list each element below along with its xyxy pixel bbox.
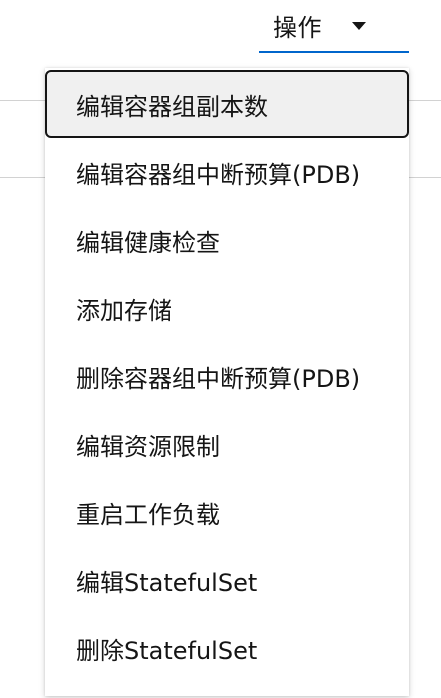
menu-item-label: 编辑StatefulSet	[76, 568, 258, 597]
menu-item-label: 编辑容器组中断预算(PDB)	[76, 160, 361, 189]
caret-down-icon	[352, 21, 366, 30]
menu-item-label: 编辑健康检查	[76, 228, 220, 257]
menu-item-label: 添加存储	[76, 296, 172, 325]
menu-item-label: 编辑容器组副本数	[76, 92, 268, 121]
menu-item-delete-pdb[interactable]: 删除容器组中断预算(PDB)	[45, 342, 409, 410]
menu-item-label: 删除容器组中断预算(PDB)	[76, 364, 361, 393]
actions-label: 操作	[273, 14, 322, 42]
menu-item-edit-pod-count[interactable]: 编辑容器组副本数	[45, 70, 409, 138]
menu-item-edit-pdb[interactable]: 编辑容器组中断预算(PDB)	[45, 138, 409, 206]
menu-item-label: 编辑资源限制	[76, 432, 220, 461]
actions-menu: 编辑容器组副本数 编辑容器组中断预算(PDB) 编辑健康检查 添加存储 删除容器…	[45, 68, 409, 696]
menu-item-edit-health-checks[interactable]: 编辑健康检查	[45, 206, 409, 274]
actions-dropdown-toggle[interactable]: 操作	[259, 0, 409, 53]
menu-item-edit-statefulset[interactable]: 编辑StatefulSet	[45, 546, 409, 614]
page: 操作 编辑容器组副本数 编辑容器组中断预算(PDB) 编辑健康检查 添加存储 删…	[0, 0, 441, 698]
menu-item-restart-rollout[interactable]: 重启工作负载	[45, 478, 409, 546]
menu-item-label: 删除StatefulSet	[76, 636, 258, 665]
menu-item-label: 重启工作负载	[76, 500, 220, 529]
menu-item-add-storage[interactable]: 添加存储	[45, 274, 409, 342]
menu-item-delete-statefulset[interactable]: 删除StatefulSet	[45, 614, 409, 682]
menu-item-edit-resource-limits[interactable]: 编辑资源限制	[45, 410, 409, 478]
